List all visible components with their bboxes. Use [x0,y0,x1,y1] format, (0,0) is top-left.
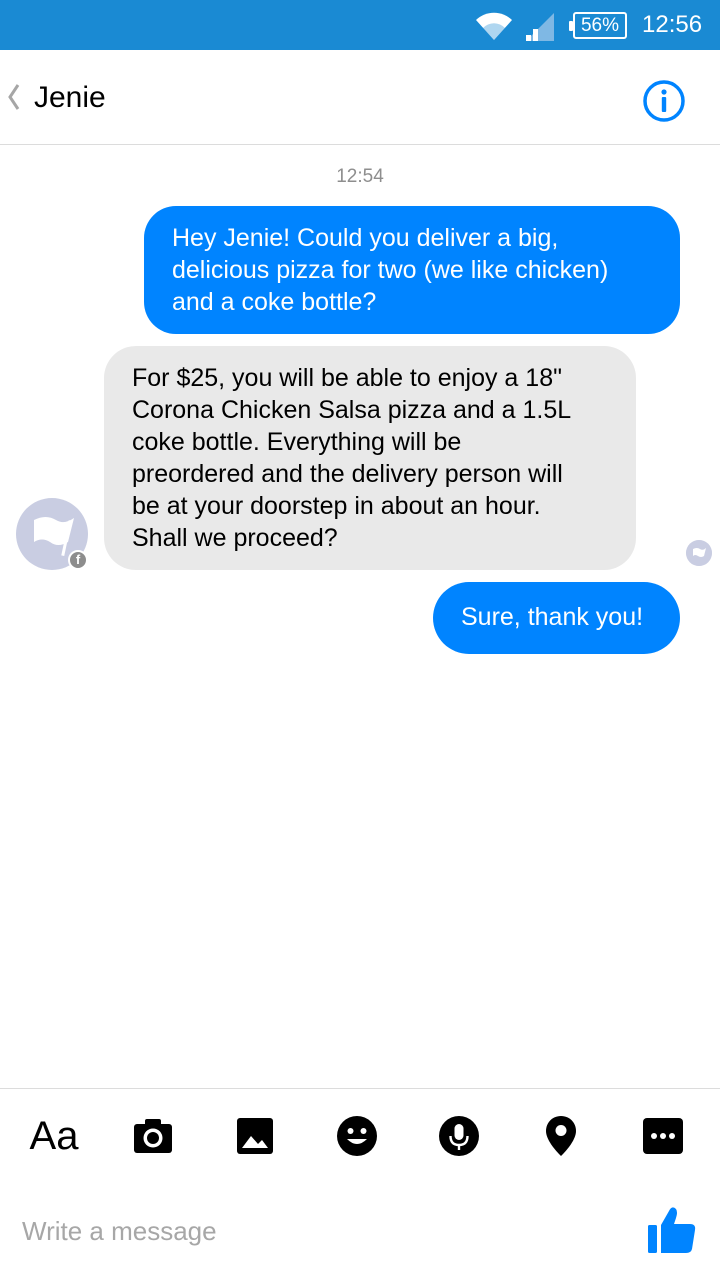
voice-button[interactable] [434,1111,484,1161]
message-line: Hey Jenie! Could you deliver a big, [172,224,559,252]
info-icon[interactable] [642,79,686,123]
status-bar: 56% 12:56 [0,0,720,50]
composer-toolbar: Aa [0,1088,720,1183]
message-line: and a coke bottle? [172,288,377,316]
incoming-message[interactable]: For $25, you will be able to enjoy a 18"… [104,346,636,570]
location-icon [546,1116,576,1156]
location-button[interactable] [536,1111,586,1161]
wifi-icon [476,12,512,40]
text-format-button[interactable]: Aa [24,1111,84,1161]
message-line: delicious pizza for two (we like chicken… [172,256,609,284]
conversation-header: Jenie [0,50,720,145]
message-line: be at your doorstep in about an hour. [132,492,541,520]
contact-name[interactable]: Jenie [34,78,106,118]
camera-icon [134,1119,172,1153]
chevron-left-icon [8,84,20,110]
like-button[interactable] [646,1205,698,1255]
camera-button[interactable] [128,1111,178,1161]
microphone-icon [439,1116,479,1156]
signal-icon [526,13,554,41]
message-composer [0,1185,720,1280]
more-icon [643,1118,683,1154]
outgoing-message[interactable]: Sure, thank you! [433,582,680,654]
seen-avatar-icon [686,540,712,566]
message-line: Corona Chicken Salsa pizza and a 1.5L [132,396,572,424]
status-time: 12:56 [642,11,703,38]
emoji-icon [337,1116,377,1156]
more-button[interactable] [638,1111,688,1161]
gallery-button[interactable] [230,1111,280,1161]
message-input[interactable] [22,1209,622,1253]
message-line: coke bottle. Everything will be [132,428,462,456]
emoji-button[interactable] [332,1111,382,1161]
contact-avatar[interactable]: f [16,498,88,570]
message-line: Sure, thank you! [461,603,644,631]
message-line: For $25, you will be able to enjoy a 18" [132,364,562,392]
message-timestamp: 12:54 [336,166,384,187]
outgoing-message[interactable]: Hey Jenie! Could you deliver a big, deli… [144,206,680,334]
battery-indicator: 56% [569,12,627,39]
gallery-icon [237,1118,273,1154]
back-button[interactable] [6,76,26,116]
message-line: Shall we proceed? [132,524,338,552]
facebook-badge-icon: f [68,550,88,570]
thumbs-up-icon [648,1207,696,1253]
message-line: preordered and the delivery person will [132,460,563,488]
